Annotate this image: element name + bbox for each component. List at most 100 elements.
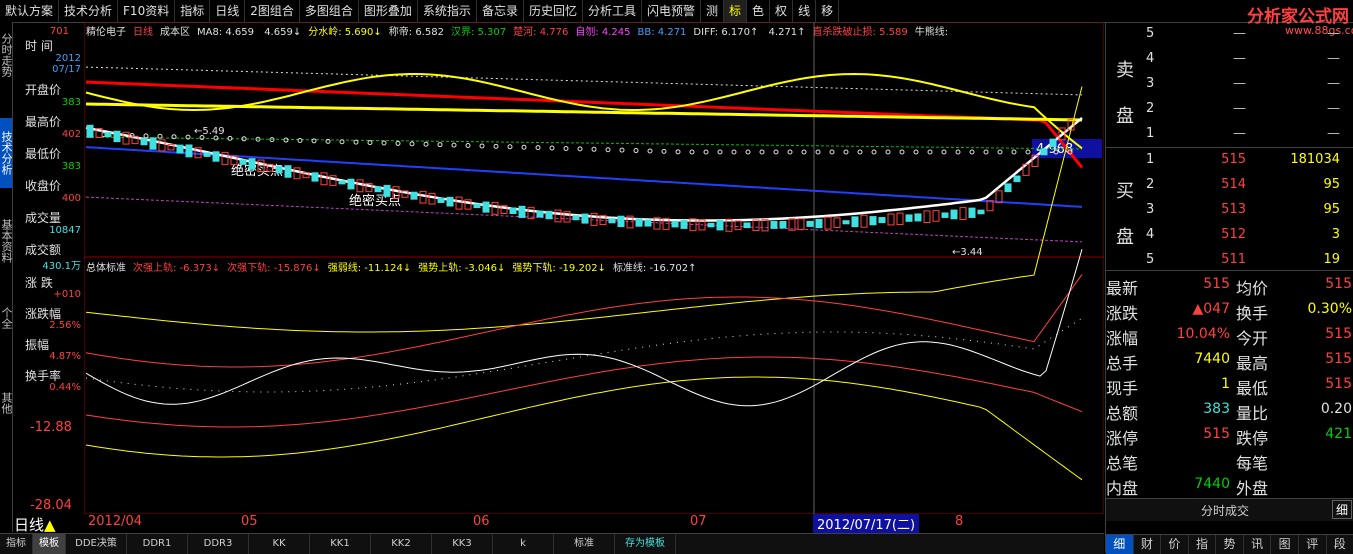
left-tab-1[interactable]: 技术分析 — [0, 118, 12, 188]
right-tab-4[interactable]: 势 — [1216, 535, 1244, 554]
dot-marker — [718, 150, 722, 154]
bottom-tab-4[interactable]: DDR3 — [188, 534, 249, 554]
chart-canvas[interactable]: 4.968 绝密买点 绝密买点 ←5.49 ←3.44 — [84, 22, 1104, 514]
quote-value: 10.04% — [1146, 326, 1230, 342]
candle — [249, 159, 255, 170]
standard-line — [86, 249, 1082, 406]
toolbar-item-10[interactable]: 历史回忆 — [524, 0, 583, 22]
bottom-tab-9[interactable]: k — [493, 534, 554, 554]
sell-order-level: 1 — [1146, 126, 1154, 141]
right-tab-7[interactable]: 评 — [1299, 535, 1327, 554]
candle — [483, 202, 489, 212]
buy-order-price: 515 — [1196, 152, 1246, 167]
candle — [357, 180, 363, 192]
toolbar-item-11[interactable]: 分析工具 — [583, 0, 642, 22]
bottom-tab-0[interactable]: 指标 — [0, 534, 33, 554]
quote-value: 515 — [1146, 426, 1230, 442]
period-indicator[interactable]: 日线▲ — [14, 514, 56, 535]
quote-label: 最新 — [1106, 275, 1138, 299]
dot-marker — [942, 150, 946, 154]
toolbar-item-14[interactable]: 标 — [724, 0, 747, 22]
left-tab-4[interactable]: 其他 — [0, 388, 12, 418]
toolbar-item-3[interactable]: 指标 — [175, 0, 210, 22]
candle — [375, 187, 381, 192]
toolbar-item-9[interactable]: 备忘录 — [477, 0, 524, 22]
dot-marker — [494, 144, 498, 148]
dot-marker — [886, 150, 890, 154]
toolbar-item-13[interactable]: 测 — [701, 0, 724, 22]
candle — [636, 219, 642, 226]
toolbar-item-8[interactable]: 系统指示 — [418, 0, 477, 22]
toolbar-item-2[interactable]: F10资料 — [118, 0, 175, 22]
toolbar-item-7[interactable]: 图形叠加 — [359, 0, 418, 22]
triangle-up-icon: ▲ — [44, 516, 56, 534]
candle — [555, 210, 561, 222]
dot-marker — [508, 145, 512, 149]
right-tab-5[interactable]: 讯 — [1244, 535, 1272, 554]
right-tab-0[interactable]: 细 — [1106, 535, 1134, 554]
left-tab-3[interactable]: 个全 — [0, 298, 12, 338]
toolbar-item-12[interactable]: 闪电预警 — [642, 0, 701, 22]
dot-marker — [550, 146, 554, 150]
candle — [780, 221, 786, 228]
toolbar-item-1[interactable]: 技术分析 — [59, 0, 118, 22]
bottom-tab-11[interactable]: 存为模板 — [615, 534, 676, 554]
right-tab-2[interactable]: 价 — [1161, 535, 1189, 554]
toolbar-item-0[interactable]: 默认方案 — [0, 0, 59, 22]
buy-order-level: 4 — [1146, 227, 1154, 242]
dot-marker — [648, 149, 652, 153]
candle — [951, 210, 957, 219]
toolbar-item-4[interactable]: 日线 — [210, 0, 245, 22]
quote-value: 421 — [1276, 426, 1352, 442]
bottom-tab-6[interactable]: KK1 — [310, 534, 371, 554]
dot-marker — [746, 150, 750, 154]
right-tab-1[interactable]: 财 — [1134, 535, 1162, 554]
toolbar-item-5[interactable]: 2图组合 — [245, 0, 300, 22]
strong-upper-band — [86, 87, 1082, 333]
bottom-tab-5[interactable]: KK — [249, 534, 310, 554]
bottom-tab-2[interactable]: DDE决策 — [66, 534, 127, 554]
toolbar-item-18[interactable]: 移 — [816, 0, 839, 22]
candle — [411, 192, 417, 199]
bottom-tab-8[interactable]: KK3 — [432, 534, 493, 554]
bottom-tab-10[interactable]: 标准 — [554, 534, 615, 554]
toolbar-item-16[interactable]: 权 — [770, 0, 793, 22]
candle — [312, 173, 318, 181]
amplitude-label: 振幅 — [25, 336, 49, 353]
bottom-tab-7[interactable]: KK2 — [371, 534, 432, 554]
left-tab-0[interactable]: 分时走势 — [0, 26, 12, 84]
kline-chart-area[interactable]: 精伦电子日线成本区MA8: 4.659 4.659↓分水岭: 5.690↓称帝:… — [84, 22, 1104, 514]
quote-value: 1 — [1146, 376, 1230, 392]
toolbar-item-17[interactable]: 线 — [793, 0, 816, 22]
tick-detail-button[interactable]: 细 — [1332, 500, 1352, 519]
sell-order-level: 4 — [1146, 51, 1154, 66]
quote-row: 涨跌▲047换手0.30% — [1106, 298, 1353, 322]
dot-marker — [662, 149, 666, 153]
right-tab-3[interactable]: 指 — [1189, 535, 1217, 554]
date-label-jun: 06 — [473, 514, 490, 529]
toolbar-item-6[interactable]: 多图组合 — [300, 0, 359, 22]
quote-row: 内盘7440外盘 — [1106, 473, 1353, 497]
dot-marker — [368, 141, 372, 145]
candle — [546, 211, 552, 218]
quote-value: 7440 — [1146, 476, 1230, 492]
buy-order-level: 2 — [1146, 177, 1154, 192]
low-mark-label: ←3.44 — [952, 247, 983, 258]
sell-order-row: 1—— — [1106, 122, 1353, 147]
right-tab-8[interactable]: 段 — [1327, 535, 1353, 554]
candle — [1041, 149, 1047, 155]
bottom-tab-3[interactable]: DDR1 — [127, 534, 188, 554]
change-label: 涨 跌 — [25, 274, 53, 291]
quote-label: 换手 — [1236, 300, 1268, 324]
sell-order-volume: — — [1256, 126, 1340, 141]
dot-marker — [956, 150, 960, 154]
quote-label: 均价 — [1236, 275, 1268, 299]
sell-order-price: — — [1196, 26, 1246, 41]
toolbar-item-15[interactable]: 色 — [747, 0, 770, 22]
dot-marker — [816, 150, 820, 154]
bottom-tab-1[interactable]: 模板 — [33, 534, 66, 554]
left-tab-2[interactable]: 基本资料 — [0, 206, 12, 276]
sub-axis-label-2: -28.04 — [30, 498, 72, 513]
dot-marker — [984, 150, 988, 154]
right-tab-6[interactable]: 图 — [1271, 535, 1299, 554]
